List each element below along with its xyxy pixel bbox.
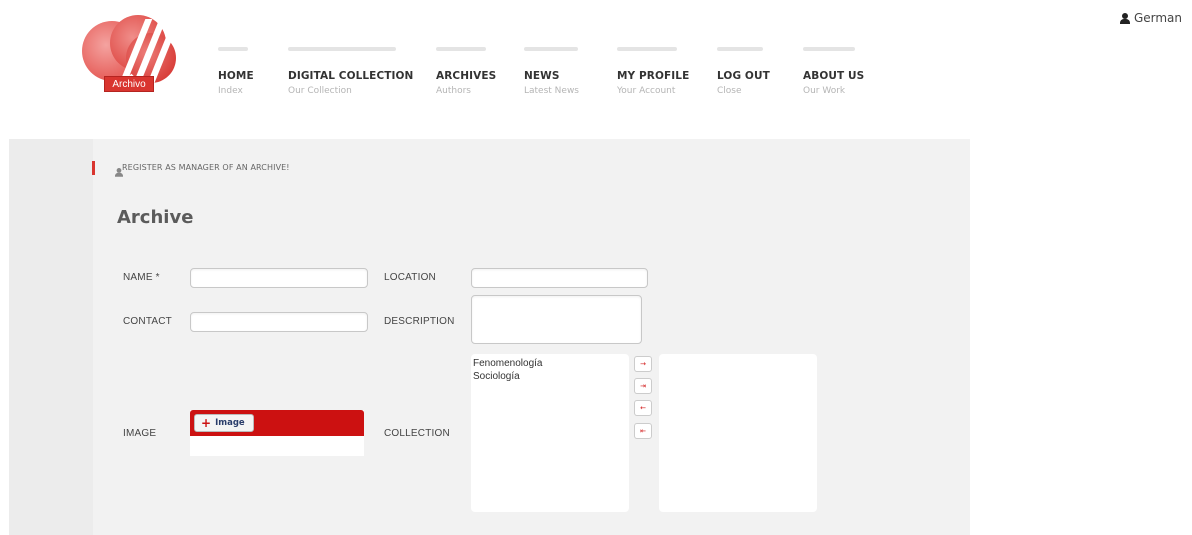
nav-sublabel: Index — [218, 86, 243, 96]
image-label: IMAGE — [123, 428, 157, 439]
breadcrumb-text: REGISTER AS MANAGER OF AN ARCHIVE! — [122, 163, 290, 172]
add-image-button[interactable]: + Image — [194, 414, 254, 432]
breadcrumb: REGISTER AS MANAGER OF AN ARCHIVE! — [115, 163, 290, 177]
nav-item-digital-collection[interactable]: DIGITAL COLLECTION Our Collection — [288, 47, 413, 96]
description-label: DESCRIPTION — [384, 316, 455, 327]
move-all-right-button[interactable]: ⇥ — [634, 378, 652, 394]
collection-label: COLLECTION — [384, 428, 450, 439]
nav-label: HOME — [218, 70, 254, 82]
nav-item-log-out[interactable]: LOG OUT Close — [717, 47, 770, 96]
nav-item-news[interactable]: NEWS Latest News — [524, 47, 579, 96]
add-image-label: Image — [215, 418, 245, 428]
contact-label: CONTACT — [123, 316, 172, 327]
move-left-button[interactable]: ← — [634, 400, 652, 416]
location-label: LOCATION — [384, 272, 436, 283]
image-upload: + Image — [190, 410, 364, 456]
name-label: NAME * — [123, 272, 160, 283]
user-icon — [1119, 12, 1130, 24]
collection-option[interactable]: Sociología — [473, 370, 627, 383]
move-right-button[interactable]: → — [634, 356, 652, 372]
panel-gutter — [9, 139, 93, 535]
plus-icon: + — [201, 416, 212, 430]
nav-sublabel: Your Account — [617, 86, 676, 96]
nav-sublabel: Close — [717, 86, 742, 96]
nav-sublabel: Our Collection — [288, 86, 352, 96]
nav-label: ARCHIVES — [436, 70, 497, 82]
selected-collections-list[interactable] — [659, 354, 817, 512]
move-all-left-button[interactable]: ⇤ — [634, 423, 652, 439]
nav-item-home[interactable]: HOME Index — [218, 47, 254, 96]
nav-sublabel: Latest News — [524, 86, 579, 96]
nav-label: ABOUT US — [803, 70, 865, 82]
nav-label: DIGITAL COLLECTION — [288, 70, 414, 82]
nav-sublabel: Our Work — [803, 86, 846, 96]
image-toolbar: + Image — [190, 410, 364, 436]
site-logo[interactable]: Archivo — [80, 15, 181, 95]
nav-sublabel: Authors — [436, 86, 471, 96]
logo-label: Archivo — [104, 76, 154, 92]
available-collections-list[interactable]: Fenomenología Sociología — [471, 354, 629, 512]
nav-item-archives[interactable]: ARCHIVES Authors — [436, 47, 496, 96]
page: German Archivo HOME Index DIGITAL COLLEC… — [0, 0, 1192, 535]
nav-label: NEWS — [524, 70, 560, 82]
language-switch[interactable]: German — [1119, 11, 1182, 25]
location-input[interactable] — [471, 268, 648, 288]
name-input[interactable] — [190, 268, 368, 288]
nav-item-my-profile[interactable]: MY PROFILE Your Account — [617, 47, 689, 96]
nav-label: MY PROFILE — [617, 70, 690, 82]
collection-option[interactable]: Fenomenología — [473, 357, 627, 370]
contact-input[interactable] — [190, 312, 368, 332]
nav-label: LOG OUT — [717, 70, 770, 82]
language-label: German — [1133, 11, 1182, 25]
nav-item-about-us[interactable]: ABOUT US Our Work — [803, 47, 864, 96]
description-textarea[interactable] — [471, 295, 642, 344]
breadcrumb-marker — [92, 161, 95, 175]
page-title: Archive — [117, 207, 194, 228]
